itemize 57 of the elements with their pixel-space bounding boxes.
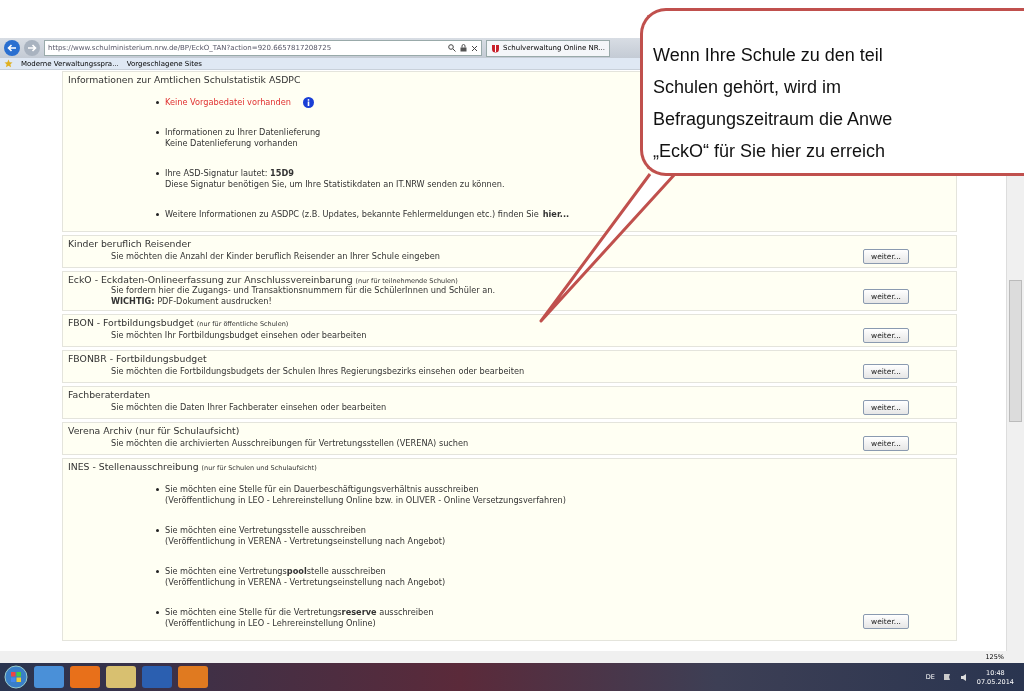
callout-text: Schulen gehört, wird im (653, 76, 843, 99)
callout-text: Befragungszeitraum die Anwe (653, 108, 894, 131)
section-description: WICHTIG: PDF-Dokument ausdrucken! (111, 296, 273, 307)
info-text: (Veröffentlichung in VERENA - Vertretungseinstellung nach Angebot) (165, 536, 446, 547)
info-text: (Veröffentlichung in VERENA - Vertretungseinstellung nach Angebot) (165, 577, 446, 588)
callout-text: „EckO“ für Sie hier zu erreich (653, 140, 887, 163)
info-text: (Veröffentlichung in LEO - Lehrereinstellung Online) (165, 618, 377, 629)
section-title: Informationen zur Amtlichen Schulstatistik ASDPC (68, 74, 302, 85)
info-text: Sie möchten eine Stelle für die Vertretungsreserve ausschreiben (165, 607, 434, 618)
arrow-left-icon (7, 44, 17, 52)
more-info-link[interactable]: hier... (542, 209, 570, 220)
info-text: Sie möchten eine Stelle für ein Dauerbeschäftigungsverhältnis ausschreiben (165, 484, 480, 495)
bullet-icon (156, 570, 159, 573)
taskbar-app-icon[interactable] (70, 666, 100, 688)
forward-button[interactable] (24, 40, 40, 56)
search-icon[interactable] (448, 44, 456, 52)
info-icon[interactable] (303, 97, 314, 108)
info-text: Sie möchten eine Vertretungsstelle ausschreiben (165, 525, 367, 536)
section-title: Verena Archiv (nur für Schulaufsicht) (68, 425, 241, 436)
taskbar-app-icon[interactable] (34, 666, 64, 688)
section-title: FBONBR - Fortbildungsbudget (68, 353, 208, 364)
section-description: Sie möchten die archivierten Ausschreibungen für Vertretungsstellen (VERENA) suchen (111, 438, 469, 449)
lock-icon (460, 44, 467, 52)
close-icon[interactable] (471, 44, 478, 52)
flag-icon[interactable] (942, 672, 952, 682)
info-text: Ihre ASD-Signatur lautet: 15D9 (165, 168, 295, 179)
bullet-icon (156, 101, 159, 104)
info-text: Informationen zu Ihrer Datenlieferung (165, 127, 321, 138)
taskbar-app-icon[interactable] (142, 666, 172, 688)
arrow-right-icon (27, 44, 37, 52)
start-icon[interactable] (4, 665, 28, 689)
info-text: Keine Datenlieferung vorhanden (165, 138, 299, 149)
section-description: Sie möchten die Fortbildungsbudgets der Schulen Ihres Regierungsbezirks einsehen oder bearbeiten (111, 366, 525, 377)
bullet-icon (156, 131, 159, 134)
callout-text: Wenn Ihre Schule zu den teil (653, 44, 884, 67)
shield-icon (491, 43, 500, 53)
section-title: Fachberaterdaten (68, 389, 152, 400)
section-description: Sie möchten Ihr Fortbildungsbudget einsehen oder bearbeiten (111, 330, 367, 341)
section-description: Sie möchten die Daten Ihrer Fachberater einsehen oder bearbeiten (111, 402, 387, 413)
info-text: Sie möchten eine Vertretungspoolstelle ausschreiben (165, 566, 387, 577)
back-button[interactable] (4, 40, 20, 56)
info-text: Weitere Informationen zu ASDPC (z.B. Updates, bekannte Fehlermeldungen etc.) finden Sie (165, 209, 539, 220)
warning-text: Keine Vorgabedatei vorhanden (165, 97, 291, 108)
speaker-icon[interactable] (959, 672, 969, 682)
section-description: Sie fordern hier die Zugangs- und Transaktionsnummern für die SchülerInnen und Schüler an. (111, 285, 496, 296)
section-title: Kinder beruflich Reisender (68, 238, 192, 249)
info-text: (Veröffentlichung in LEO - Lehrereinstellung Online bzw. in OLIVER - Online Versetzungsverfahren) (165, 495, 566, 506)
star-icon[interactable] (4, 59, 13, 68)
taskbar-app-icon[interactable] (106, 666, 136, 688)
section-description: Sie möchten die Anzahl der Kinder beruflich Reisender an Ihrer Schule eingeben (111, 251, 440, 262)
bullet-icon (156, 529, 159, 532)
bullet-icon (156, 611, 159, 614)
bullet-icon (156, 488, 159, 491)
bullet-icon (156, 213, 159, 216)
taskbar-app-icon[interactable] (178, 666, 208, 688)
bullet-icon (156, 172, 159, 175)
info-text: Diese Signatur benötigen Sie, um Ihre Statistikdaten an IT.NRW senden zu können. (165, 179, 505, 190)
